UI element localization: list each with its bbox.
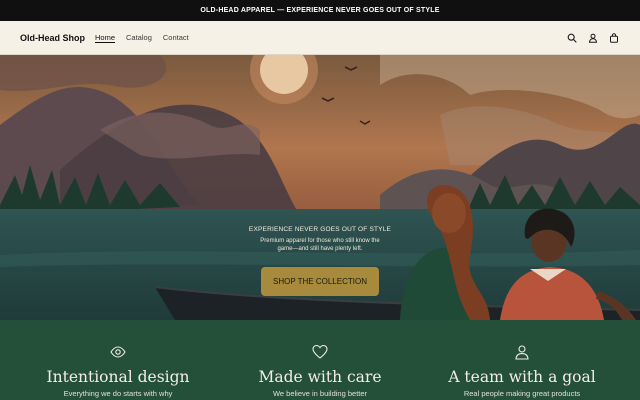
account-icon[interactable]	[587, 32, 599, 44]
heart-icon	[312, 344, 328, 360]
header-actions	[557, 32, 620, 44]
feature-made-with-care: Made with care We believe in building be…	[220, 320, 420, 400]
person-icon	[514, 344, 530, 360]
store-logo[interactable]: Old-Head Shop	[20, 33, 85, 43]
nav-link-home[interactable]: Home	[95, 33, 115, 42]
feature-title: A team with a goal	[448, 368, 596, 386]
announcement-bar: OLD-HEAD APPAREL — EXPERIENCE NEVER GOES…	[0, 0, 640, 21]
features-section: Intentional design Everything we do star…	[0, 320, 640, 400]
site-header: Old-Head Shop Home Catalog Contact	[0, 21, 640, 55]
feature-title: Intentional design	[46, 368, 190, 386]
announcement-text: OLD-HEAD APPAREL — EXPERIENCE NEVER GOES…	[200, 7, 440, 14]
feature-text: We believe in building better	[272, 389, 368, 398]
main-nav: Home Catalog Contact	[95, 33, 200, 42]
eye-icon	[110, 344, 126, 360]
feature-intentional-design: Intentional design Everything we do star…	[18, 320, 218, 400]
search-icon[interactable]	[566, 32, 578, 44]
hero-subtitle: Premium apparel for those who still know…	[260, 238, 380, 252]
nav-link-catalog[interactable]: Catalog	[126, 33, 152, 42]
feature-text: Real people making great products	[463, 389, 581, 398]
hero-banner: EXPERIENCE NEVER GOES OUT OF STYLE Premi…	[0, 55, 640, 320]
hero-eyebrow: EXPERIENCE NEVER GOES OUT OF STYLE	[248, 226, 392, 233]
cart-icon[interactable]	[608, 32, 620, 44]
feature-text: Everything we do starts with why	[63, 389, 173, 398]
nav-link-contact[interactable]: Contact	[163, 33, 189, 42]
feature-title: Made with care	[258, 368, 382, 386]
feature-team-with-goal: A team with a goal Real people making gr…	[422, 320, 622, 400]
hero-content: EXPERIENCE NEVER GOES OUT OF STYLE Premi…	[0, 226, 640, 296]
shop-collection-button[interactable]: SHOP THE COLLECTION	[261, 267, 379, 296]
